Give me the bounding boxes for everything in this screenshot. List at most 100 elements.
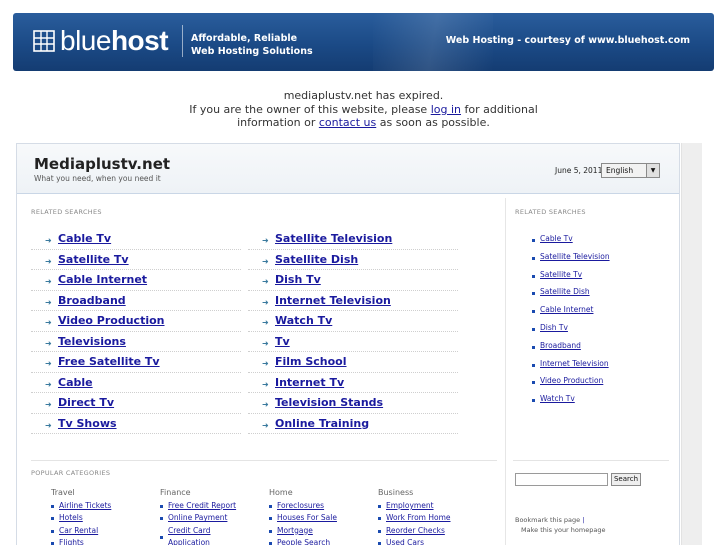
category-link[interactable]: Used Cars — [386, 538, 424, 545]
side-related-link[interactable]: Satellite Television — [540, 252, 610, 261]
related-search-link[interactable]: Cable Tv — [58, 232, 111, 245]
language-value: English — [606, 166, 634, 175]
bullet-dot-icon — [532, 292, 535, 296]
related-search-link[interactable]: Satellite Dish — [275, 253, 358, 266]
bullet-dot-icon — [269, 505, 272, 508]
side-related-link[interactable]: Cable Internet — [540, 305, 593, 314]
parked-page-panel: Mediaplustv.net What you need, when you … — [16, 143, 680, 545]
category-link[interactable]: People Search — [277, 538, 330, 545]
category-link[interactable]: Credit Card Application — [168, 525, 248, 545]
side-related-link[interactable]: Satellite Dish — [540, 287, 590, 296]
related-search-link[interactable]: Satellite Television — [275, 232, 392, 245]
arrow-bullet-icon: ➜ — [45, 400, 52, 409]
related-searches-heading: RELATED SEARCHES — [31, 208, 102, 216]
bluehost-banner: bluehost Affordable, Reliable Web Hostin… — [13, 13, 714, 71]
side-related-link[interactable]: Internet Television — [540, 359, 609, 368]
notice-line2-pre: If you are the owner of this website, pl… — [189, 102, 431, 116]
related-search-link[interactable]: Internet Tv — [275, 376, 344, 389]
search-input[interactable] — [515, 473, 608, 486]
logo-light-text: blue — [60, 25, 111, 56]
homepage-link[interactable]: Make this your homepage — [515, 525, 605, 535]
banner-courtesy[interactable]: Web Hosting - courtesy of www.bluehost.c… — [446, 35, 690, 46]
bullet-dot-icon — [51, 529, 54, 533]
category-link[interactable]: Mortgage — [277, 526, 313, 535]
category-link[interactable]: Flights — [59, 538, 84, 545]
related-search-link[interactable]: Television Stands — [275, 396, 383, 409]
related-search-link[interactable]: Tv — [275, 335, 290, 348]
related-search-link[interactable]: Cable Internet — [58, 273, 147, 286]
arrow-bullet-icon: ➜ — [262, 318, 269, 327]
language-select[interactable]: English ▼ — [601, 163, 660, 178]
category-link[interactable]: Hotels — [59, 513, 83, 522]
dropdown-arrow-icon[interactable]: ▼ — [646, 164, 659, 177]
bullet-dot-icon — [160, 517, 163, 521]
side-related-link[interactable]: Dish Tv — [540, 323, 568, 332]
related-searches-middle: ➜ Satellite Television ➜ Satellite Dish ➜ Dis… — [248, 229, 458, 434]
bullet-dot-icon — [160, 535, 163, 539]
side-related-link[interactable]: Broadband — [540, 341, 581, 350]
related-search-link[interactable]: Film School — [275, 355, 347, 368]
bullet-dot-icon — [269, 517, 272, 521]
related-search-link[interactable]: Internet Television — [275, 294, 391, 307]
bullet-dot-icon — [269, 541, 272, 545]
bullet-dot-icon — [532, 399, 535, 403]
category-link[interactable]: Online Payment — [168, 513, 227, 522]
bullet-dot-icon — [532, 310, 535, 314]
arrow-bullet-icon: ➜ — [262, 359, 269, 368]
related-search-item: ➜ Cable Tv — [31, 229, 241, 250]
category-item: Used Cars — [358, 537, 466, 545]
bluehost-grid-icon — [33, 30, 55, 52]
category-title: Home — [269, 488, 293, 497]
related-search-link[interactable]: Direct Tv — [58, 396, 114, 409]
category-link[interactable]: Reorder Checks — [386, 526, 445, 535]
related-search-item: ➜ Cable Internet — [31, 270, 241, 291]
category-link[interactable]: Airline Tickets — [59, 501, 111, 510]
side-related-link[interactable]: Satellite Tv — [540, 270, 582, 279]
login-link[interactable]: log in — [431, 103, 461, 116]
related-search-link[interactable]: Free Satellite Tv — [58, 355, 160, 368]
category-link[interactable]: Employment — [386, 501, 434, 510]
related-search-link[interactable]: Cable — [58, 376, 93, 389]
scrollbar[interactable] — [681, 143, 702, 545]
category-link[interactable]: Car Rental — [59, 526, 98, 535]
bullet-dot-icon — [378, 529, 381, 533]
category-link[interactable]: Work From Home — [386, 513, 451, 522]
related-search-item: ➜ Broadband — [31, 291, 241, 311]
related-search-item: ➜ Film School — [248, 352, 458, 373]
bullet-dot-icon — [378, 505, 381, 508]
related-search-link[interactable]: Dish Tv — [275, 273, 321, 286]
bluehost-logo[interactable]: bluehost — [60, 25, 169, 57]
side-related-link[interactable]: Watch Tv — [540, 394, 575, 403]
related-search-link[interactable]: Online Training — [275, 417, 369, 430]
related-search-item: ➜ Tv — [248, 332, 458, 352]
related-search-item: ➜ Satellite Tv — [31, 250, 241, 270]
related-search-link[interactable]: Broadband — [58, 294, 126, 307]
related-search-link[interactable]: Video Production — [58, 314, 165, 327]
arrow-bullet-icon: ➜ — [45, 236, 52, 245]
category-item: Online Payment — [140, 512, 248, 524]
related-searches-side-heading: RELATED SEARCHES — [515, 208, 586, 216]
arrow-bullet-icon: ➜ — [262, 420, 269, 430]
panel-header: Mediaplustv.net What you need, when you … — [17, 144, 679, 194]
related-search-item: ➜ Watch Tv — [248, 311, 458, 332]
category-column: Business Employment Work From Home Reorder … — [358, 488, 466, 545]
bullet-dot-icon — [51, 517, 54, 521]
related-search-item: ➜ Tv Shows — [31, 414, 241, 434]
related-search-link[interactable]: Watch Tv — [275, 314, 332, 327]
search-button[interactable]: Search — [611, 473, 641, 486]
category-link[interactable]: Free Credit Report — [168, 501, 236, 510]
category-link[interactable]: Foreclosures — [277, 501, 324, 510]
arrow-bullet-icon: ➜ — [45, 297, 52, 307]
category-title: Business — [378, 488, 414, 497]
category-item: Mortgage — [249, 525, 357, 537]
related-search-link[interactable]: Televisions — [58, 335, 126, 348]
bookmark-link[interactable]: Bookmark this page — [515, 516, 580, 524]
notice-line3-pre: information or — [237, 116, 319, 129]
contact-link[interactable]: contact us — [319, 116, 376, 129]
related-search-link[interactable]: Satellite Tv — [58, 253, 129, 266]
banner-tagline: Affordable, Reliable Web Hosting Solutio… — [191, 32, 313, 58]
related-search-link[interactable]: Tv Shows — [58, 417, 117, 430]
side-related-link[interactable]: Video Production — [540, 376, 603, 385]
side-related-link[interactable]: Cable Tv — [540, 234, 573, 243]
category-link[interactable]: Houses For Sale — [277, 513, 337, 522]
